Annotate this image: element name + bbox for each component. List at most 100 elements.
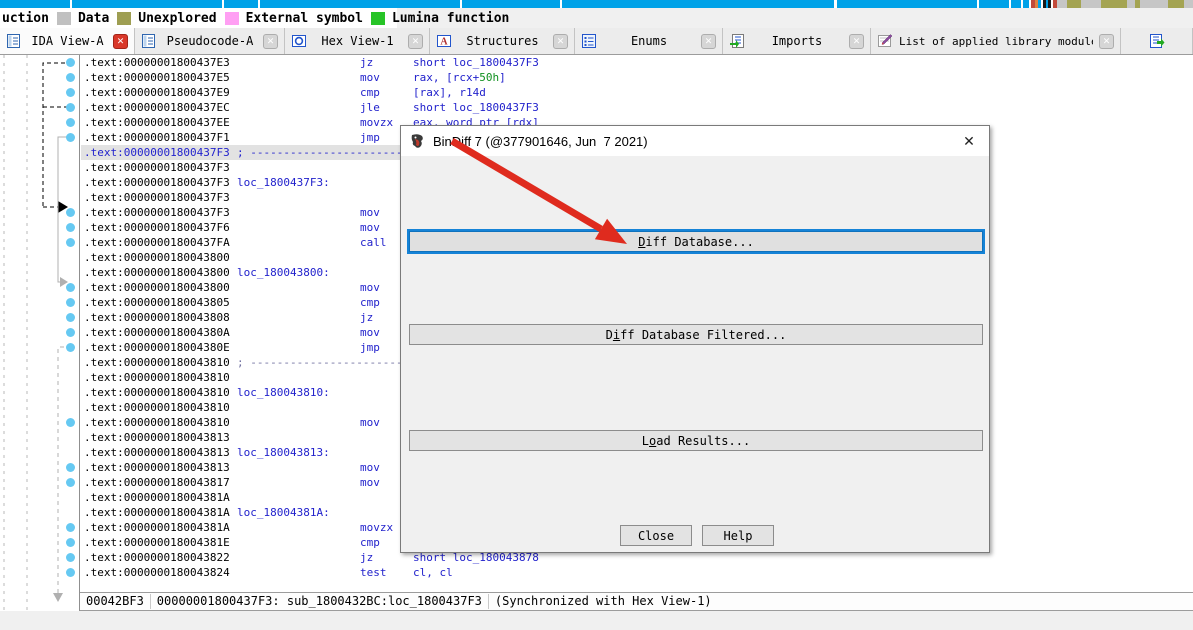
line-operands: rax, [rcx+50h] xyxy=(413,70,506,85)
tab-label: Hex View-1 xyxy=(313,34,402,48)
tab-close-icon[interactable]: ✕ xyxy=(1099,34,1114,49)
tab-structures[interactable]: A Structures ✕ xyxy=(430,28,575,54)
instruction-dot-icon xyxy=(66,313,75,322)
instruction-dot-icon xyxy=(66,223,75,232)
disasm-line[interactable]: .text:00000001800437E5movrax, [rcx+50h] xyxy=(0,70,1193,85)
svg-text:A: A xyxy=(440,37,448,48)
close-button[interactable]: Close xyxy=(620,525,692,546)
line-operands: short loc_1800437F3 xyxy=(413,100,539,115)
legend-row: uction Data Unexplored External symbol Lumin… xyxy=(0,8,1193,28)
line-operands: short loc_1800437F3 xyxy=(413,55,539,70)
legend-item: uction xyxy=(2,11,49,26)
line-address: .text:0000000180043808 xyxy=(84,310,230,325)
navband-segment xyxy=(1057,0,1067,8)
line-label: loc_18004381A: xyxy=(237,505,330,520)
navband-segment xyxy=(1127,0,1135,8)
line-address: .text:000000018004380E xyxy=(84,340,230,355)
hex-view-icon xyxy=(291,33,307,49)
navigation-band[interactable] xyxy=(0,0,1193,8)
line-mnemonic: mov xyxy=(360,205,380,220)
tab-label: IDA View-A xyxy=(28,34,107,48)
line-mnemonic: mov xyxy=(360,460,380,475)
navband-segment xyxy=(72,0,222,8)
close-icon[interactable]: ✕ xyxy=(949,126,989,156)
tab-close-icon[interactable]: ✕ xyxy=(263,34,278,49)
line-address: .text:00000001800437E5 xyxy=(84,70,230,85)
color-legend: uctionDataUnexploredExternal symbolLumin… xyxy=(0,8,397,28)
navband-segment xyxy=(1081,0,1101,8)
line-mnemonic: cmp xyxy=(360,295,380,310)
line-address: .text:00000001800437E9 xyxy=(84,85,230,100)
legend-label: External symbol xyxy=(246,11,363,26)
navband-segment xyxy=(562,0,834,8)
status-sync: (Synchronized with Hex View-1) xyxy=(488,594,718,609)
line-address: .text:0000000180043800 xyxy=(84,265,230,280)
tab-ida-view-a[interactable]: IDA View-A ✕ xyxy=(0,28,135,54)
line-address: .text:000000018004381E xyxy=(84,535,230,550)
line-label: loc_180043800: xyxy=(237,265,330,280)
diff-database-filtered-button[interactable]: Diff Database Filtered... xyxy=(409,324,983,345)
instruction-dot-icon xyxy=(66,538,75,547)
window-bottom-strip xyxy=(0,611,1193,630)
status-address: 00000001800437F3: sub_1800432BC:loc_1800… xyxy=(150,594,488,609)
tab-bar: IDA View-A ✕ Pseudocode-A ✕ Hex View-1 ✕… xyxy=(0,28,1193,55)
tab-hex-view-1[interactable]: Hex View-1 ✕ xyxy=(285,28,430,54)
tab-close-icon[interactable]: ✕ xyxy=(553,34,568,49)
line-address: .text:0000000180043810 xyxy=(84,385,230,400)
tab-label: Structures xyxy=(458,34,547,48)
tab-pseudocode-a[interactable]: Pseudocode-A ✕ xyxy=(135,28,285,54)
line-address: .text:0000000180043813 xyxy=(84,445,230,460)
imports-icon xyxy=(729,33,745,49)
instruction-dot-icon xyxy=(66,523,75,532)
dialog-title-bar[interactable]: BinDiff 7 (@377901646, Jun 7 2021) ✕ xyxy=(401,126,989,156)
disasm-line[interactable]: .text:00000001800437E3jzshort loc_180043… xyxy=(0,55,1193,70)
bindiff-logo-icon xyxy=(409,133,426,150)
legend-label: Unexplored xyxy=(138,11,216,26)
line-operands: [rax], r14d xyxy=(413,85,486,100)
tab-close-icon[interactable]: ✕ xyxy=(849,34,864,49)
instruction-dot-icon xyxy=(66,103,75,112)
navband-segment xyxy=(224,0,258,8)
disasm-line[interactable]: .text:0000000180043824testcl, cl xyxy=(0,565,1193,580)
legend-item: Data xyxy=(57,11,109,26)
line-address: .text:0000000180043822 xyxy=(84,550,230,565)
tab-enums[interactable]: Enums ✕ xyxy=(575,28,723,54)
tab-list-of-applied-library-modules[interactable]: List of applied library modules ✕ xyxy=(871,28,1121,54)
line-mnemonic: mov xyxy=(360,415,380,430)
disasm-line[interactable]: .text:00000001800437ECjleshort loc_18004… xyxy=(0,100,1193,115)
tab-imports[interactable]: Imports ✕ xyxy=(723,28,871,54)
tab-close-icon[interactable]: ✕ xyxy=(701,34,716,49)
line-mnemonic: cmp xyxy=(360,535,380,550)
line-address: .text:0000000180043800 xyxy=(84,250,230,265)
instruction-dot-icon xyxy=(66,133,75,142)
line-operands: cl, cl xyxy=(413,565,453,580)
line-address: .text:00000001800437F3 xyxy=(84,145,230,160)
tab-close-icon[interactable]: ✕ xyxy=(113,34,128,49)
instruction-dot-icon xyxy=(66,58,75,67)
instruction-dot-icon xyxy=(66,283,75,292)
navband-segment xyxy=(1184,0,1193,8)
tab-exports[interactable] xyxy=(1121,28,1193,54)
tab-label: Enums xyxy=(603,34,695,48)
line-address: .text:00000001800437F3 xyxy=(84,205,230,220)
legend-item: External symbol xyxy=(225,11,363,26)
line-address: .text:0000000180043800 xyxy=(84,280,230,295)
navband-segment xyxy=(462,0,560,8)
diff-database-button[interactable]: Diff Database... xyxy=(409,231,983,252)
navband-segment xyxy=(837,0,977,8)
disasm-line[interactable]: .text:00000001800437E9cmp[rax], r14d xyxy=(0,85,1193,100)
instruction-dot-icon xyxy=(66,343,75,352)
load-results-button[interactable]: Load Results... xyxy=(409,430,983,451)
instruction-dot-icon xyxy=(66,73,75,82)
instruction-dot-icon xyxy=(66,328,75,337)
line-address: .text:00000001800437F1 xyxy=(84,130,230,145)
instruction-dot-icon xyxy=(66,478,75,487)
legend-color-swatch xyxy=(57,12,71,25)
help-button[interactable]: Help xyxy=(702,525,774,546)
navband-segment xyxy=(1168,0,1184,8)
instruction-dot-icon xyxy=(66,553,75,562)
legend-label: Lumina function xyxy=(392,11,509,26)
tab-close-icon[interactable]: ✕ xyxy=(408,34,423,49)
line-mnemonic: test xyxy=(360,565,387,580)
structures-icon: A xyxy=(436,33,452,49)
